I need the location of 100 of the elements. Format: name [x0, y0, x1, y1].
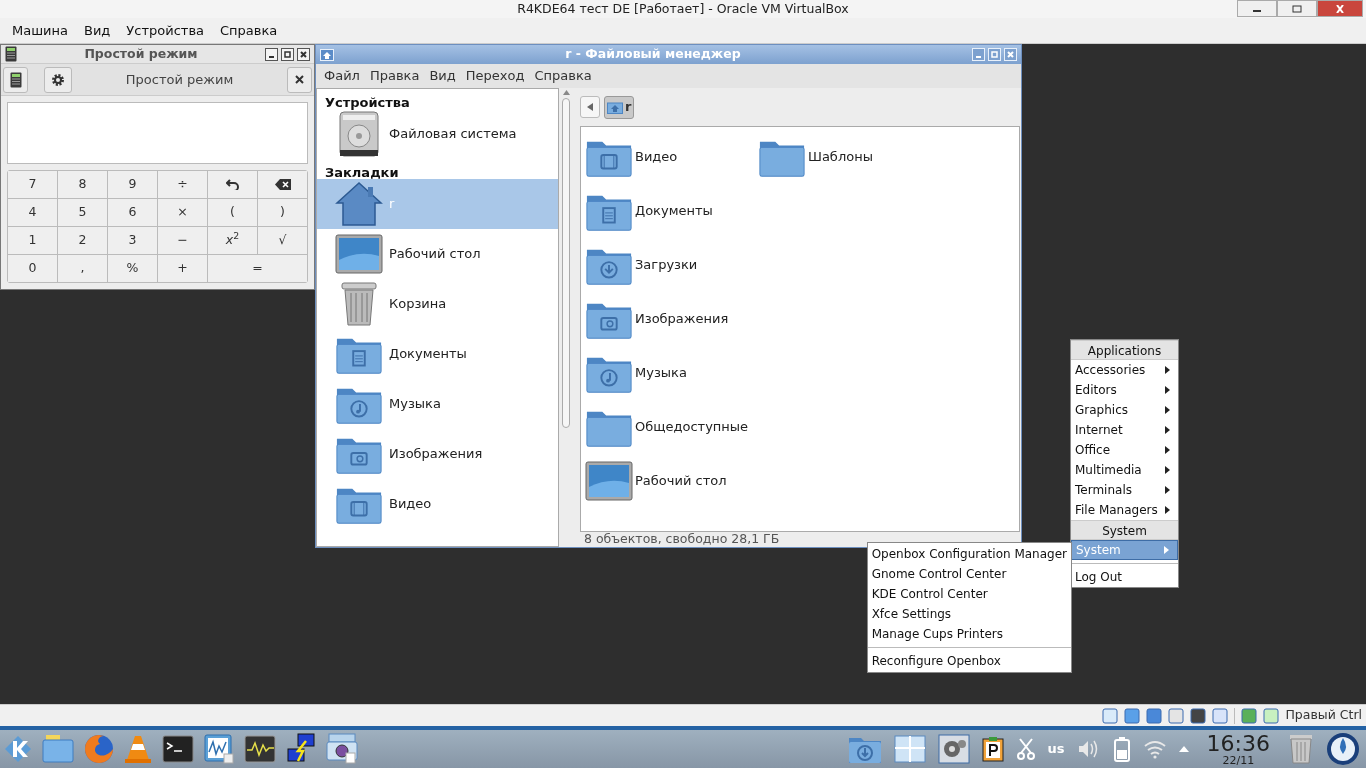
folder-item[interactable]: Изображения — [585, 292, 758, 346]
battery-icon[interactable] — [1112, 736, 1131, 762]
calculator-key[interactable]: , — [58, 255, 107, 282]
close-button[interactable] — [287, 66, 312, 93]
backspace-button[interactable] — [258, 171, 307, 198]
menu-item[interactable]: Устройства — [119, 20, 211, 41]
window-title: R4KDE64 тест DE [Работает] - Oracle VM VirtualBox — [517, 0, 849, 18]
calculator-key[interactable]: 7 — [8, 171, 57, 198]
menu-item[interactable]: KDE Control Center — [867, 584, 1071, 604]
calculator-key[interactable]: ( — [208, 199, 257, 226]
calculator-key[interactable]: % — [108, 255, 157, 282]
menu-item[interactable]: Terminals — [1071, 480, 1178, 500]
scissors-icon[interactable] — [1015, 738, 1036, 760]
backspace-icon — [274, 179, 291, 190]
calculator-key[interactable]: 1 — [8, 227, 57, 254]
minimize-button[interactable] — [265, 47, 278, 61]
menu-item[interactable]: Log Out — [1071, 567, 1178, 587]
menu-item[interactable]: Reconfigure Openbox — [867, 651, 1071, 671]
hard-drive-icon — [337, 110, 381, 158]
wifi-icon[interactable] — [1142, 739, 1167, 759]
sidebar-item[interactable]: Изображения — [317, 429, 558, 479]
k-logo-icon[interactable] — [4, 735, 32, 763]
menu-item[interactable]: Graphics — [1071, 400, 1178, 420]
menu-item[interactable]: Manage Cups Printers — [867, 624, 1071, 644]
menu-item[interactable]: Справка — [213, 20, 285, 41]
calculator-key[interactable]: 9 — [108, 171, 157, 198]
calculator-icon — [5, 46, 17, 62]
menu-item[interactable]: Accessories — [1071, 360, 1178, 380]
menu-item[interactable]: Gnome Control Center — [867, 564, 1071, 584]
terminal-icon[interactable] — [162, 735, 194, 763]
folder-item[interactable]: Рабочий стол — [585, 454, 758, 508]
maximize-icon — [1292, 4, 1302, 13]
menu-item[interactable]: Переход — [460, 66, 530, 86]
close-button[interactable] — [297, 47, 310, 61]
menu-item[interactable]: Multimedia — [1071, 460, 1178, 480]
monitor-icon — [585, 461, 633, 501]
menu-item[interactable]: Openbox Configuration Manager — [867, 544, 1071, 564]
calculator-key[interactable]: 3 — [108, 227, 157, 254]
gear-icon[interactable] — [937, 734, 970, 764]
folder-item[interactable]: Шаблоны — [758, 130, 931, 184]
calculator-key[interactable]: = — [208, 255, 307, 282]
pulse-icon[interactable] — [244, 735, 276, 763]
chart-icon[interactable] — [204, 734, 234, 764]
calculator-key[interactable]: 5 — [58, 199, 107, 226]
menu-item[interactable]: Xfce Settings — [867, 604, 1071, 624]
minimize-button[interactable] — [1237, 0, 1277, 17]
calculator-key[interactable]: 8 — [58, 171, 107, 198]
undo-button[interactable] — [208, 171, 257, 198]
disc-icon[interactable] — [1326, 732, 1360, 766]
sidebar-item[interactable]: Видео — [317, 479, 558, 529]
calculator-key[interactable]: − — [158, 227, 207, 254]
folder-item[interactable]: Музыка — [585, 346, 758, 400]
maximize-button[interactable] — [281, 47, 294, 61]
menu-header: System — [1071, 520, 1178, 540]
traffic-cone-icon[interactable] — [124, 734, 152, 764]
scroll-up-arrow-icon[interactable] — [562, 90, 570, 95]
menu-item[interactable]: Office — [1071, 440, 1178, 460]
calculator-key[interactable]: x$^{2}$ — [208, 227, 257, 254]
menu-item[interactable]: Справка — [529, 66, 597, 86]
folder-item[interactable]: Загрузки — [585, 238, 758, 292]
clock-date[interactable]: 22/11 — [1222, 754, 1255, 766]
calculator-icon — [9, 71, 22, 88]
menu-item[interactable]: Вид — [77, 20, 118, 41]
window-grid-icon[interactable] — [893, 735, 926, 763]
sidebar-item[interactable]: Музыка — [317, 379, 558, 429]
menu-item[interactable]: Editors — [1071, 380, 1178, 400]
menu-item[interactable]: File Managers — [1071, 500, 1178, 520]
sidebar-item[interactable]: Корзина — [317, 279, 558, 329]
clipboard-icon[interactable] — [981, 736, 1004, 762]
calculator-key[interactable]: 6 — [108, 199, 157, 226]
folder-item[interactable]: Общедоступные — [585, 400, 758, 454]
display-field[interactable] — [7, 102, 308, 164]
house-icon — [335, 181, 383, 227]
menu-item[interactable]: Вид — [424, 66, 461, 86]
calculator-key[interactable]: ÷ — [158, 171, 207, 198]
calculator-key[interactable]: × — [158, 199, 207, 226]
menu-item[interactable]: Правка — [364, 66, 425, 86]
menu-item[interactable]: Машина — [5, 20, 75, 41]
calculator-key[interactable]: 2 — [58, 227, 107, 254]
calculator-key[interactable]: + — [158, 255, 207, 282]
app-icon-button[interactable] — [3, 66, 28, 93]
back-button[interactable] — [580, 96, 600, 118]
calculator-key[interactable]: 4 — [8, 199, 57, 226]
path-button[interactable]: r — [604, 95, 635, 119]
close-icon — [295, 75, 304, 84]
settings-button[interactable] — [44, 66, 72, 93]
sidebar-item[interactable]: Рабочий стол — [317, 229, 558, 279]
folder-item[interactable]: Документы — [585, 184, 758, 238]
clock-time[interactable]: 16:36 — [1206, 732, 1270, 755]
calculator-key[interactable]: √ — [258, 227, 307, 254]
calculator-key[interactable]: 0 — [8, 255, 57, 282]
calculator-key[interactable]: ) — [258, 199, 307, 226]
close-icon — [1006, 50, 1015, 59]
sidebar-item[interactable]: Документы — [317, 329, 558, 379]
caret-up-icon[interactable] — [1178, 746, 1189, 752]
sidebar-item[interactable]: Файловая система — [317, 109, 558, 159]
trash-icon[interactable] — [1288, 734, 1314, 764]
menu-item[interactable]: Файл — [319, 66, 365, 86]
menu-item[interactable]: Internet — [1071, 420, 1178, 440]
folder-item[interactable]: Видео — [585, 130, 758, 184]
